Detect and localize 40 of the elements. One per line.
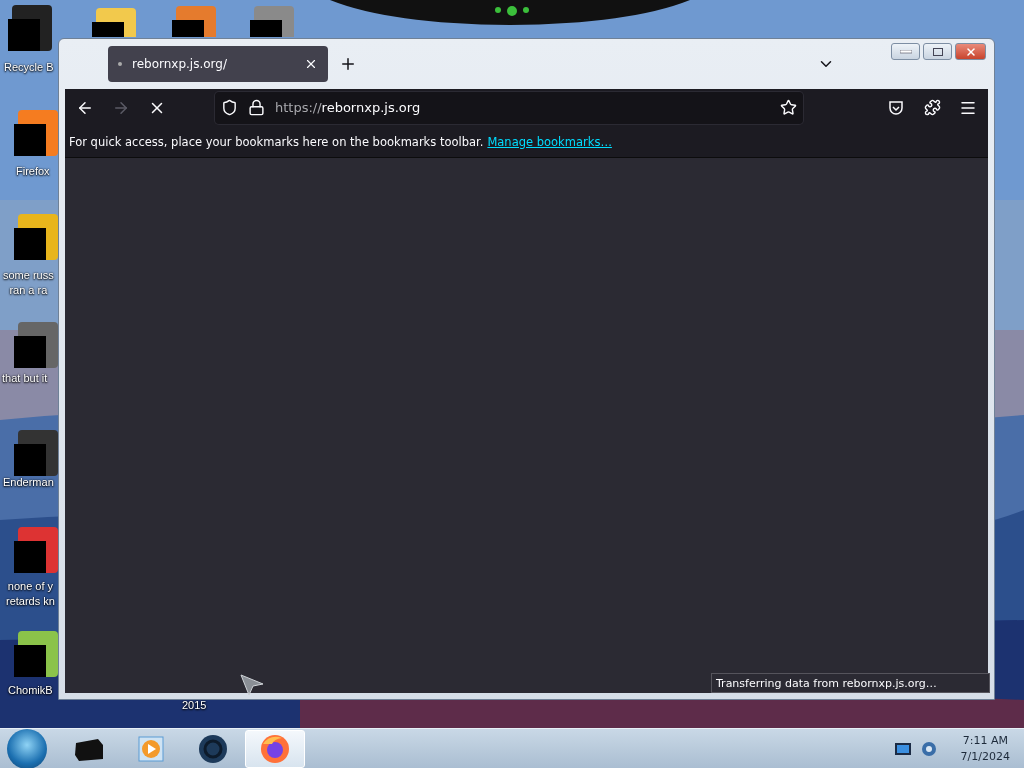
bookmarks-hint: For quick access, place your bookmarks here on the bookmarks toolbar. Manage bookmarks… xyxy=(69,134,612,149)
desktop-icon[interactable] xyxy=(8,5,52,51)
desktop-icon[interactable] xyxy=(14,322,58,368)
icon-label: Recycle B xyxy=(4,60,54,75)
icon-label: Enderman xyxy=(3,475,54,490)
cursor-icon xyxy=(240,674,264,696)
pocket-icon xyxy=(888,99,904,116)
start-button[interactable] xyxy=(7,729,47,768)
lock-icon xyxy=(248,99,265,116)
desktop-icon[interactable] xyxy=(250,6,294,37)
puzzle-icon xyxy=(923,99,941,116)
icon-label: none of y retards kn xyxy=(6,579,55,609)
desktop-icon[interactable] xyxy=(14,631,58,677)
address-field[interactable]: https://rebornxp.js.org xyxy=(215,91,803,124)
shield-icon xyxy=(221,99,238,116)
monitor-icon[interactable] xyxy=(894,743,911,755)
desktop-icon[interactable] xyxy=(14,110,58,156)
browser-tab[interactable]: rebornxp.js.org/ xyxy=(108,46,328,82)
close-icon xyxy=(964,45,977,58)
icon-label: Firefox xyxy=(16,164,50,179)
plus-icon xyxy=(339,55,357,73)
taskbar-app[interactable] xyxy=(245,730,305,768)
icon-label: 2015 xyxy=(182,698,207,713)
icon-label: some russ ran a ra xyxy=(3,268,54,298)
icon-label: that but it xyxy=(2,371,48,386)
bookmark-star-icon xyxy=(780,99,797,116)
manage-bookmarks-link[interactable]: Manage bookmarks… xyxy=(487,134,612,149)
maximize-button[interactable] xyxy=(923,43,952,60)
minimize-icon xyxy=(899,49,912,54)
desktop-icon[interactable] xyxy=(92,8,136,37)
close-icon xyxy=(304,57,318,71)
icon-label: ChomikB xyxy=(8,683,53,698)
status-text: Transferring data from rebornxp.js.org… xyxy=(711,673,990,693)
maximize-icon xyxy=(932,47,943,56)
desktop-icon[interactable] xyxy=(14,214,58,260)
close-button[interactable] xyxy=(955,43,986,60)
desktop-icon[interactable] xyxy=(172,6,216,37)
network-icon[interactable] xyxy=(920,741,937,757)
clock[interactable]: 7:11 AM 7/1/2024 xyxy=(960,733,1010,765)
play-icon xyxy=(138,736,164,762)
